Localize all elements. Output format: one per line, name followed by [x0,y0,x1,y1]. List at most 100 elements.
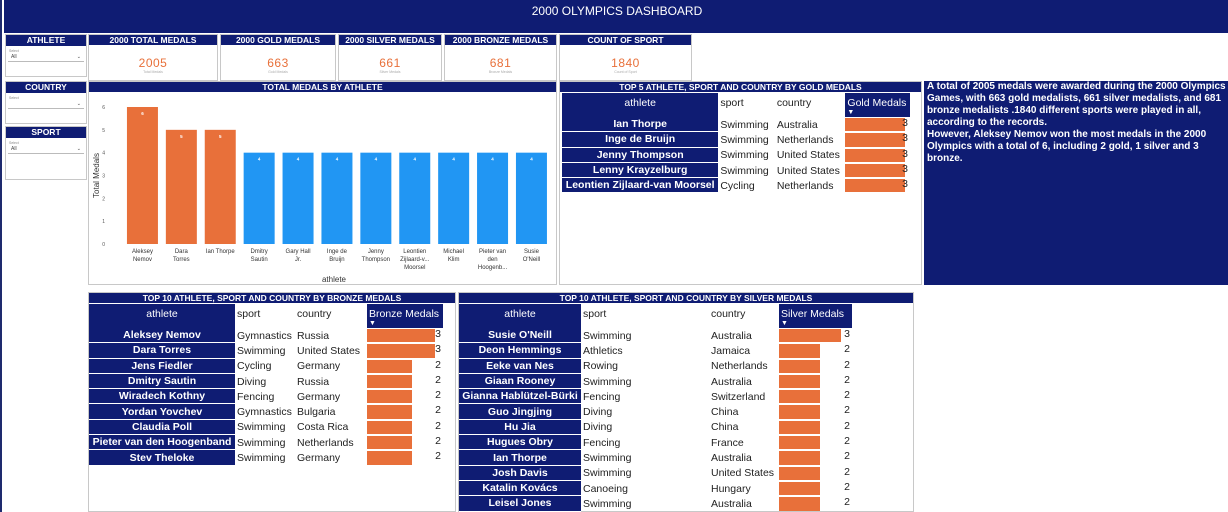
column-header-country[interactable]: country [774,93,846,117]
table-row[interactable]: Hu Jia Diving China 2 [459,419,852,436]
silver-medals-card: 2000 SILVER MEDALS 661 Silver Medals [338,34,442,81]
table-row[interactable]: Hugues Obry Fencing France 2 [459,435,852,451]
medal-count: 2 [844,435,850,448]
table-row[interactable]: Wiradech Kothny Fencing Germany 2 [89,389,443,405]
sport-cell: Swimming [720,149,769,162]
card-label: 2000 BRONZE MEDALS [445,35,556,45]
column-header-sport[interactable]: sport [235,304,295,328]
gold-table-title: TOP 5 ATHLETE, SPORT AND COUNTRY BY GOLD… [560,82,921,92]
column-header-athlete[interactable]: athlete [89,304,235,328]
table-row[interactable]: Aleksey Nemov Gymnastics Russia 3 [89,328,443,344]
country-cell: United States [711,467,775,480]
medal-bar [779,420,821,435]
athlete-dropdown[interactable]: All ⌄ [8,53,84,62]
sport-cell: Swimming [720,118,769,131]
athlete-cell: Eeke van Nes [459,358,581,374]
medal-bar [367,390,413,404]
column-header-gold-medals[interactable]: Gold Medals [845,93,910,117]
column-header-sport[interactable]: sport [581,304,709,328]
card-sub: Total Medals [143,70,163,74]
country-dropdown[interactable]: ⌄ [8,100,84,109]
column-header-sport[interactable]: sport [718,93,775,117]
table-row[interactable]: Josh Davis Swimming United States 2 [459,465,852,481]
table-row[interactable]: Pieter van den Hoogenband Swimming Netherl… [89,435,443,451]
medal-count-cell: 3 [367,343,443,358]
column-header-country[interactable]: country [709,304,779,328]
athlete-cell: Pieter van den Hoogenband [89,435,235,451]
card-value: 661 [379,56,401,70]
table-row[interactable]: Katalin Kovács Canoeing Hungary 2 [459,480,852,497]
table-row[interactable]: Jens Fiedler Cycling Germany 2 [89,358,443,374]
medal-count-cell: 2 [779,450,852,465]
athlete-cell: Claudia Poll [89,419,235,436]
medal-count-cell: 2 [779,481,852,496]
table-row[interactable]: Susie O'Neill Swimming Australia 3 [459,328,852,344]
athlete-cell: Lenny Krayzelburg [562,162,719,179]
athlete-cell: Inge de Bruijn [562,132,719,148]
country-cell: Australia [711,497,752,510]
table-row[interactable]: Dara Torres Swimming United States 3 [89,343,443,359]
sport-slicer-caption: Select [9,141,19,145]
y-axis-label: Total Medals [92,153,101,198]
country-cell: Germany [297,360,341,373]
table-row[interactable]: Eeke van Nes Rowing Netherlands 2 [459,358,852,374]
bar [321,152,353,244]
athlete-cell: Guo Jingjing [459,404,581,420]
table-row[interactable]: Guo Jingjing Diving China 2 [459,404,852,420]
table-row[interactable]: Jenny Thompson Swimming United States 3 [562,147,910,163]
y-tick-label: 1 [102,219,105,225]
medal-count: 3 [435,343,441,356]
medal-count: 2 [844,465,850,478]
medal-count-cell: 2 [367,404,443,419]
country-cell: United States [297,344,361,357]
bar [360,152,392,244]
table-row[interactable]: Stev Theloke Swimming Germany 2 [89,450,443,466]
bar [126,107,158,244]
table-row[interactable]: Claudia Poll Swimming Costa Rica 2 [89,419,443,436]
column-header-silver-medals[interactable]: Silver Medals [779,304,852,328]
sport-cell: Canoeing [583,482,628,495]
athlete-slicer[interactable]: ATHLETE Select All ⌄ [5,34,87,77]
sport-cell: Gymnastics [237,329,292,342]
country-cell: Netherlands [711,360,768,373]
x-tick-label: Leontien Zijlaard-v... Moorsel [400,249,430,271]
table-row[interactable]: Leisel Jones Swimming Australia 2 [459,496,852,512]
table-row[interactable]: Gianna Hablützel-Bürki Fencing Switzerland… [459,389,852,405]
table-row[interactable]: Leontien Zijlaard-van Moorsel Cycling Neth… [562,178,910,194]
country-cell: Netherlands [776,179,834,192]
column-header-bronze-medals[interactable]: Bronze Medals [367,304,443,328]
chevron-down-icon: ⌄ [76,101,81,107]
table-row[interactable]: Ian Thorpe Swimming Australia 2 [459,450,852,466]
sport-cell: Diving [583,406,613,419]
medal-count-cell: 3 [779,328,852,343]
medal-count-cell: 2 [779,389,852,404]
medal-bar [367,405,413,419]
card-value: 1840 [611,56,640,70]
country-slicer[interactable]: COUNTRY Select ⌄ [5,81,87,124]
sport-cell: Gymnastics [237,406,292,419]
medal-bar [779,497,821,511]
athlete-cell: Katalin Kovács [459,480,581,497]
athlete-cell: Ian Thorpe [562,117,719,133]
athlete-cell: Dmitry Sautin [89,373,235,390]
table-row[interactable]: Ian Thorpe Swimming Australia 3 [562,117,910,133]
country-cell: France [711,436,744,449]
athlete-cell: Dara Torres [89,343,235,359]
table-row[interactable]: Inge de Bruijn Swimming Netherlands 3 [562,132,910,148]
table-row[interactable]: Lenny Krayzelburg Swimming United States 3 [562,162,910,179]
medal-count-cell: 2 [779,466,852,481]
sport-dropdown[interactable]: All ⌄ [8,145,84,154]
table-row[interactable]: Yordan Yovchev Gymnastics Bulgaria 2 [89,404,443,420]
athlete-cell: Jenny Thompson [562,147,719,163]
column-header-country[interactable]: country [295,304,367,328]
medal-bar [845,148,906,162]
table-row[interactable]: Giaan Rooney Swimming Australia 2 [459,373,852,390]
sport-slicer[interactable]: SPORT Select All ⌄ [5,126,87,180]
sport-cell: Swimming [237,452,286,465]
column-header-athlete[interactable]: athlete [459,304,581,328]
column-header-athlete[interactable]: athlete [562,93,719,117]
card-sub: Bronze Medals [488,70,513,74]
medal-bar [779,374,821,389]
table-row[interactable]: Dmitry Sautin Diving Russia 2 [89,373,443,390]
table-row[interactable]: Deon Hemmings Athletics Jamaica 2 [459,343,852,359]
